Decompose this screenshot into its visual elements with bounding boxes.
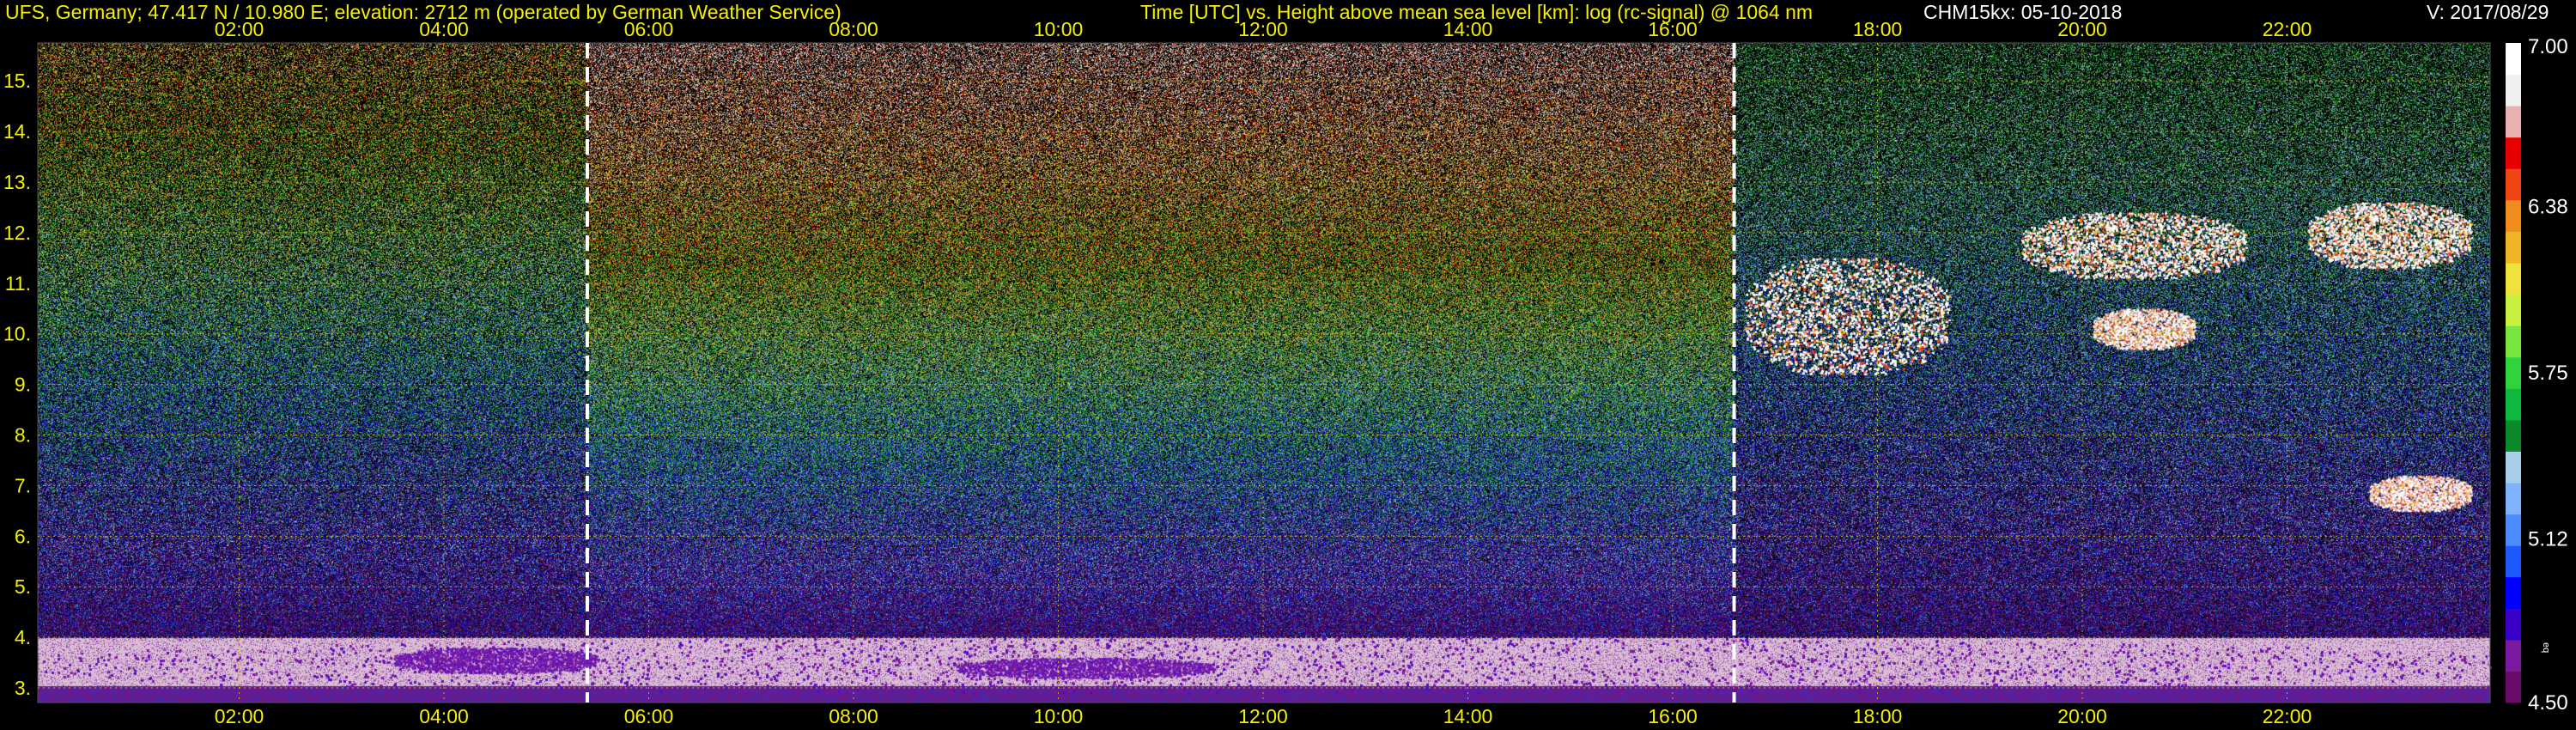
version-label: V: 2017/08/29 — [2427, 1, 2549, 23]
colorbar-tick-label: 5.75 — [2528, 362, 2568, 385]
colorbar-segment — [2506, 43, 2521, 76]
x-tick-label-top: 18:00 — [1853, 18, 1903, 40]
colorbar-segment — [2506, 137, 2521, 169]
colorbar-tick-label: 5.12 — [2528, 528, 2568, 551]
colorbar-segment — [2506, 451, 2521, 484]
colorbar-unit-label: eq — [2541, 642, 2551, 653]
x-tick-label-bottom: 10:00 — [1034, 705, 1084, 727]
x-tick-label-bottom: 02:00 — [215, 705, 264, 727]
y-tick-label: 12. — [3, 222, 31, 244]
colorbar-segment — [2506, 263, 2521, 295]
y-tick-label: 14. — [3, 120, 31, 143]
colorbar-segment — [2506, 325, 2521, 358]
x-tick-label-top: 10:00 — [1034, 18, 1084, 40]
x-tick-label-bottom: 18:00 — [1853, 705, 1903, 727]
colorbar-tick-label: 6.38 — [2528, 195, 2568, 218]
plot-frame — [37, 42, 2491, 703]
x-tick-label-bottom: 06:00 — [624, 705, 674, 727]
y-tick-label: 11. — [5, 272, 31, 295]
y-tick-label: 3. — [15, 677, 31, 699]
y-tick-label: 4. — [15, 626, 31, 648]
y-tick-label: 10. — [3, 323, 31, 345]
station-info: UFS, Germany; 47.417 N / 10.980 E; eleva… — [5, 1, 841, 23]
colorbar-segment — [2506, 106, 2521, 138]
y-tick-label: 6. — [15, 525, 31, 547]
x-tick-label-bottom: 16:00 — [1648, 705, 1698, 727]
plot-title: Time [UTC] vs. Height above mean sea lev… — [1140, 1, 1814, 23]
x-tick-label-bottom: 14:00 — [1443, 705, 1493, 727]
colorbar-segment — [2506, 231, 2521, 264]
colorbar-segment — [2506, 639, 2521, 672]
colorbar-segment — [2506, 545, 2521, 578]
x-tick-label-bottom: 12:00 — [1238, 705, 1288, 727]
colorbar-segment — [2506, 608, 2521, 641]
colorbar-segment — [2506, 356, 2521, 389]
x-tick-label-bottom: 08:00 — [829, 705, 878, 727]
x-tick-label-bottom: 04:00 — [419, 705, 469, 727]
x-tick-label-top: 22:00 — [2263, 18, 2312, 40]
colorbar-segment — [2506, 294, 2521, 326]
chart-overlay: 02:0002:0004:0004:0006:0006:0008:0008:00… — [3, 18, 2568, 727]
colorbar-segment — [2506, 671, 2521, 703]
colorbar-segment — [2506, 388, 2521, 421]
colorbar-segment — [2506, 419, 2521, 452]
colorbar-segment — [2506, 74, 2521, 106]
colorbar-segment — [2506, 483, 2521, 515]
instrument-date: CHM15kx: 05-10-2018 — [1923, 1, 2123, 23]
y-tick-label: 8. — [15, 424, 31, 447]
colorbar-segment — [2506, 168, 2521, 201]
colorbar-segment — [2506, 514, 2521, 546]
colorbar-tick-label: 7.00 — [2528, 35, 2568, 58]
y-tick-label: 15. — [3, 70, 31, 92]
y-tick-label: 9. — [15, 374, 31, 396]
y-tick-label: 13. — [3, 171, 31, 193]
x-tick-label-bottom: 22:00 — [2263, 705, 2312, 727]
x-tick-label-bottom: 20:00 — [2057, 705, 2107, 727]
y-tick-label: 5. — [15, 575, 31, 598]
y-tick-label: 7. — [15, 474, 31, 496]
colorbar-tick-label: 4.50 — [2528, 691, 2568, 715]
colorbar-segment — [2506, 199, 2521, 232]
colorbar-segment — [2506, 576, 2521, 609]
